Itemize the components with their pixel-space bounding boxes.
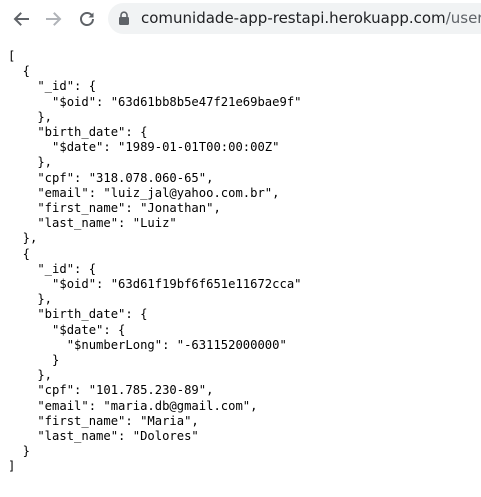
json-line: "birth_date": {	[8, 307, 148, 322]
json-line: },	[8, 109, 53, 124]
lock-icon	[119, 11, 129, 25]
browser-toolbar: comunidade-app-restapi.herokuapp.com/use…	[0, 0, 481, 38]
json-line: "_id": {	[8, 261, 97, 276]
json-line: {	[8, 246, 31, 261]
json-line: },	[8, 231, 38, 246]
json-line: "email": "maria.db@gmail.com",	[8, 398, 258, 413]
json-line: }	[8, 353, 60, 368]
json-line: "$date": {	[8, 322, 126, 337]
json-response-body: [ { "_id": { "$oid": "63d61bb8b5e47f21e6…	[8, 49, 302, 475]
json-line: "$numberLong": "-631152000000"	[8, 337, 287, 352]
json-line: },	[8, 292, 53, 307]
json-line: "email": "luiz_jal@yahoo.com.br",	[8, 185, 280, 200]
json-line: ]	[8, 459, 16, 474]
arrow-right-icon	[46, 12, 62, 26]
json-line: },	[8, 155, 53, 170]
forward-button[interactable]	[40, 5, 68, 33]
json-line: "first_name": "Maria",	[8, 413, 199, 428]
json-line: "cpf": "318.078.060-65",	[8, 170, 214, 185]
json-line: },	[8, 368, 53, 383]
reload-button[interactable]	[73, 5, 101, 33]
json-line: }	[8, 444, 31, 459]
url-path: /users	[445, 9, 481, 27]
json-line: "$oid": "63d61f19bf6f651e11672cca"	[8, 277, 302, 292]
json-line: "birth_date": {	[8, 125, 148, 140]
arrow-left-icon	[13, 12, 29, 26]
json-line: "$date": "1989-01-01T00:00:00Z"	[8, 140, 280, 155]
reload-icon	[80, 12, 94, 27]
json-line: {	[8, 64, 31, 79]
url-host: comunidade-app-restapi.herokuapp.com	[141, 9, 446, 27]
address-bar[interactable]: comunidade-app-restapi.herokuapp.com/use…	[108, 3, 481, 34]
back-button[interactable]	[7, 5, 35, 33]
json-line: [	[8, 49, 16, 63]
json-line: "first_name": "Jonathan",	[8, 201, 221, 216]
json-line: "last_name": "Luiz"	[8, 216, 177, 231]
json-line: "cpf": "101.785.230-89",	[8, 383, 214, 398]
json-line: "$oid": "63d61bb8b5e47f21e69bae9f"	[8, 94, 302, 109]
json-line: "_id": {	[8, 79, 97, 94]
json-line: "last_name": "Dolores"	[8, 429, 199, 444]
url-text: comunidade-app-restapi.herokuapp.com/use…	[141, 9, 481, 28]
